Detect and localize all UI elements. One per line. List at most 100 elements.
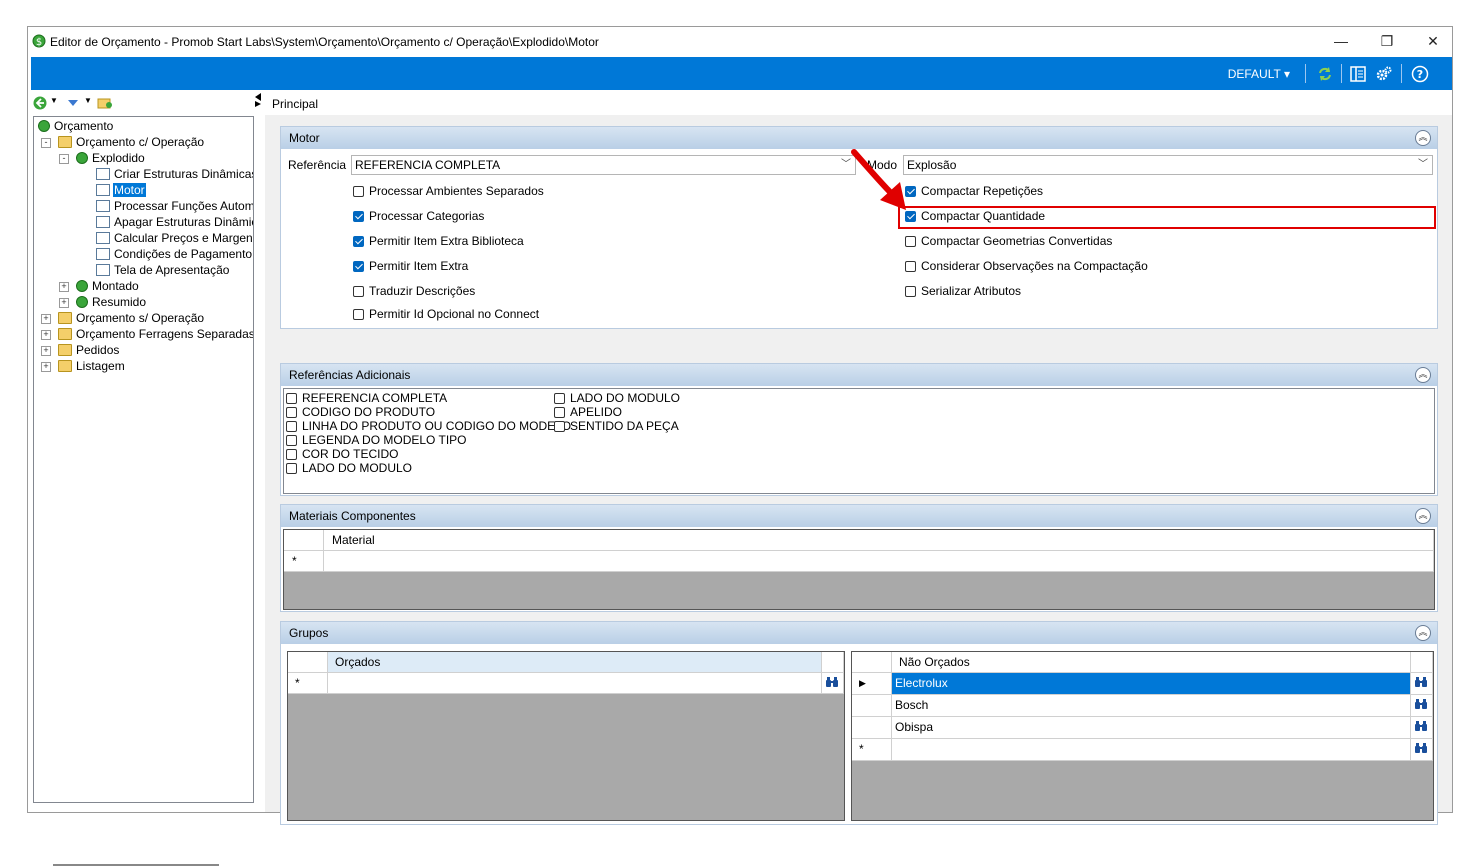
unchecked-box-icon[interactable] — [286, 463, 297, 474]
unchecked-box-icon[interactable] — [554, 393, 565, 404]
nao-orcados-cell[interactable] — [892, 739, 1411, 761]
settings-icon[interactable] — [1375, 65, 1393, 83]
layout-icon[interactable] — [1349, 65, 1367, 83]
tree-node[interactable]: Pedidos — [58, 342, 120, 358]
help-icon[interactable]: ? — [1411, 65, 1429, 83]
nao-orcados-cell[interactable]: Electrolux — [892, 673, 1411, 695]
option-checkbox[interactable]: Permitir Item Extra Biblioteca — [353, 234, 524, 248]
nao-orcados-cell[interactable]: Obispa — [892, 717, 1411, 739]
referencias-header[interactable]: Referências Adicionais ︽ — [281, 364, 1437, 386]
tree-node[interactable]: Tela de Apresentação — [96, 262, 230, 278]
unchecked-box-icon[interactable] — [286, 435, 297, 446]
unchecked-box-icon[interactable] — [905, 286, 916, 297]
tree-node[interactable]: Apagar Estruturas Dinâmica — [96, 214, 253, 230]
option-checkbox[interactable]: Compactar Repetições — [905, 184, 1043, 198]
nao-orcados-column-header[interactable]: Não Orçados — [892, 652, 1411, 673]
materiais-grid[interactable]: Material * — [283, 529, 1435, 610]
option-checkbox[interactable]: Considerar Observações na Compactação — [905, 259, 1148, 273]
expand-node-icon[interactable]: + — [41, 346, 51, 356]
materiais-header[interactable]: Materiais Componentes ︽ — [281, 505, 1437, 527]
option-checkbox[interactable]: Traduzir Descrições — [353, 284, 475, 298]
referencia-select[interactable]: REFERENCIA COMPLETA ﹀ — [351, 155, 856, 175]
tree-node[interactable]: Motor — [96, 182, 146, 198]
search-binoculars-icon[interactable] — [822, 673, 844, 694]
unchecked-box-icon[interactable] — [286, 421, 297, 432]
search-binoculars-icon[interactable] — [1411, 739, 1433, 761]
checked-box-icon[interactable] — [353, 261, 364, 272]
grid-new-row[interactable]: * — [852, 739, 1433, 761]
table-row[interactable]: ▶ Electrolux — [852, 673, 1433, 695]
motor-header[interactable]: Motor ︽ — [281, 127, 1437, 149]
reference-checkbox[interactable]: COR DO TECIDO — [286, 447, 398, 461]
option-checkbox[interactable]: Compactar Geometrias Convertidas — [905, 234, 1112, 248]
profile-dropdown[interactable]: DEFAULT ▾ — [1228, 67, 1290, 81]
unchecked-box-icon[interactable] — [353, 186, 364, 197]
material-column-header[interactable]: Material — [324, 530, 1434, 551]
reference-checkbox[interactable]: LINHA DO PRODUTO OU CODIGO DO MODELO — [286, 419, 571, 433]
reference-checkbox[interactable]: LADO DO MODULO — [554, 391, 680, 405]
reference-checkbox[interactable]: CODIGO DO PRODUTO — [286, 405, 435, 419]
orcados-column-header[interactable]: Orçados — [328, 652, 822, 673]
unchecked-box-icon[interactable] — [554, 421, 565, 432]
minimize-button[interactable]: — — [1318, 27, 1364, 55]
forward-down-icon[interactable] — [67, 97, 79, 109]
expand-node-icon[interactable]: + — [59, 282, 69, 292]
down-dropdown-icon[interactable]: ▼ — [84, 96, 92, 105]
reference-checkbox[interactable]: APELIDO — [554, 405, 622, 419]
material-cell[interactable] — [324, 551, 1434, 572]
unchecked-box-icon[interactable] — [905, 261, 916, 272]
unchecked-box-icon[interactable] — [286, 393, 297, 404]
close-button[interactable]: ✕ — [1410, 27, 1456, 55]
orcados-cell[interactable] — [328, 673, 822, 694]
option-checkbox[interactable]: Processar Ambientes Separados — [353, 184, 544, 198]
collapse-icon[interactable]: ︽ — [1415, 130, 1431, 146]
unchecked-box-icon[interactable] — [353, 286, 364, 297]
table-row[interactable]: Bosch — [852, 695, 1433, 717]
collapse-icon[interactable]: ︽ — [1415, 367, 1431, 383]
search-binoculars-icon[interactable] — [1411, 717, 1433, 739]
unchecked-box-icon[interactable] — [353, 309, 364, 320]
search-binoculars-icon[interactable] — [1411, 695, 1433, 717]
nao-orcados-grid[interactable]: Não Orçados ▶ Electrolux Bosch Obispa * — [851, 651, 1434, 821]
tree-node[interactable]: Criar Estruturas Dinâmicas — [96, 166, 253, 182]
option-checkbox[interactable]: Permitir Item Extra — [353, 259, 468, 273]
referencias-checklist[interactable]: REFERENCIA COMPLETA CODIGO DO PRODUTO LINH… — [283, 388, 1435, 494]
option-checkbox[interactable]: Processar Categorias — [353, 209, 484, 223]
restore-button[interactable]: ❐ — [1364, 27, 1410, 55]
reference-checkbox[interactable]: REFERENCIA COMPLETA — [286, 391, 447, 405]
open-folder-icon[interactable] — [97, 96, 113, 110]
tree-node[interactable]: Explodido — [76, 150, 146, 166]
tree-node[interactable]: Orçamento s/ Operação — [58, 310, 205, 326]
checked-box-icon[interactable] — [353, 211, 364, 222]
search-binoculars-icon[interactable] — [1411, 673, 1433, 695]
expand-node-icon[interactable]: + — [59, 298, 69, 308]
collapse-pane-icon[interactable] — [254, 93, 262, 107]
back-icon[interactable] — [33, 96, 47, 110]
modo-select[interactable]: Explosão ﹀ — [903, 155, 1433, 175]
table-row[interactable]: Obispa — [852, 717, 1433, 739]
reference-checkbox[interactable]: LADO DO MODULO — [286, 461, 412, 475]
refresh-icon[interactable] — [1316, 65, 1334, 83]
unchecked-box-icon[interactable] — [286, 407, 297, 418]
tree-node[interactable]: Montado — [76, 278, 140, 294]
tree-node[interactable]: Resumido — [76, 294, 147, 310]
tree-node[interactable]: Processar Funções Automá — [96, 198, 253, 214]
tree-node[interactable]: Calcular Preços e Margens — [96, 230, 253, 246]
nao-orcados-cell[interactable]: Bosch — [892, 695, 1411, 717]
tree-node[interactable]: Orçamento c/ Operação — [58, 134, 205, 150]
expand-node-icon[interactable]: + — [41, 330, 51, 340]
expand-node-icon[interactable]: + — [41, 314, 51, 324]
tree-node[interactable]: Condições de Pagamento — [96, 246, 253, 262]
tree-node[interactable]: Orçamento Ferragens Separadas — [58, 326, 253, 342]
unchecked-box-icon[interactable] — [286, 449, 297, 460]
collapse-node-icon[interactable]: - — [41, 138, 51, 148]
collapse-icon[interactable]: ︽ — [1415, 625, 1431, 641]
collapse-icon[interactable]: ︽ — [1415, 508, 1431, 524]
orcados-grid[interactable]: Orçados * — [287, 651, 845, 821]
grid-new-row[interactable]: * — [284, 551, 1434, 572]
tree-node[interactable]: Orçamento — [38, 118, 114, 134]
reference-checkbox[interactable]: LEGENDA DO MODELO TIPO — [286, 433, 466, 447]
unchecked-box-icon[interactable] — [554, 407, 565, 418]
back-dropdown-icon[interactable]: ▼ — [50, 96, 58, 105]
checked-box-icon[interactable] — [353, 236, 364, 247]
